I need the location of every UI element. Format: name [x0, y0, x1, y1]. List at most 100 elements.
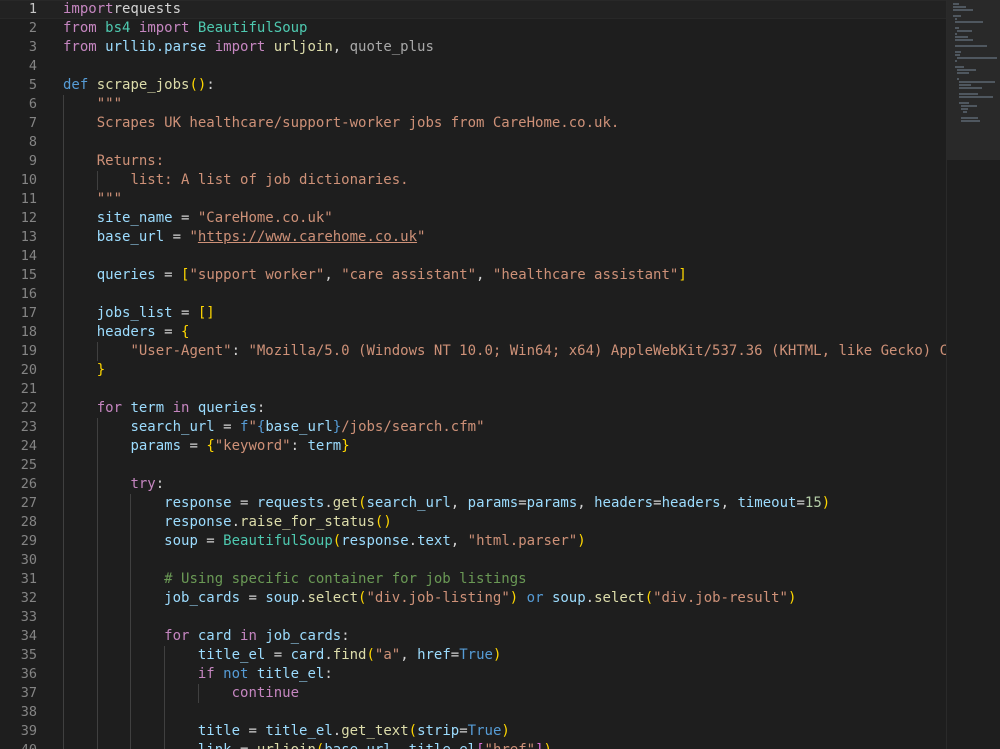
code-token: "html.parser": [467, 533, 578, 549]
code-text: from urllib.parse import urljoin, quote_…: [63, 38, 434, 57]
code-token: BeautifulSoup: [197, 20, 308, 36]
code-token: requests: [113, 1, 182, 17]
line-number: 8: [28, 134, 37, 150]
indent-guide: [130, 684, 132, 703]
minimap-line: [955, 51, 962, 53]
code-line[interactable]: 11 """: [0, 190, 946, 209]
code-area[interactable]: 1 importrequests 2 from bs4 import Beautifu…: [0, 0, 946, 749]
indent-guide: [96, 437, 98, 456]
code-line[interactable]: 6 """: [0, 95, 946, 114]
code-line[interactable]: 18 headers = {: [0, 323, 946, 342]
code-line[interactable]: 16: [0, 285, 946, 304]
code-text: base_url = "https://www.carehome.co.uk": [97, 228, 426, 247]
line-number: 4: [28, 58, 37, 74]
line-number: 27: [20, 495, 37, 511]
code-token: find: [332, 647, 367, 663]
code-line[interactable]: 7 Scrapes UK healthcare/support-worker jo…: [0, 114, 946, 133]
code-token: site_name: [96, 210, 173, 226]
line-number: 32: [20, 590, 37, 606]
indent-guide: [63, 456, 64, 475]
line-number: 14: [20, 248, 37, 264]
code-line[interactable]: 9 Returns:: [0, 152, 946, 171]
code-line[interactable]: 17 jobs_list = []: [0, 304, 946, 323]
code-line[interactable]: 21: [0, 380, 946, 399]
code-token: ,: [720, 495, 738, 511]
code-line[interactable]: 2 from bs4 import BeautifulSoup: [0, 19, 946, 38]
code-line[interactable]: 23 search_url = f"{base_url}/jobs/search.…: [0, 418, 946, 437]
minimap-line: [959, 84, 972, 86]
code-line[interactable]: 15 queries = ["support worker", "care ass…: [0, 266, 946, 285]
code-line[interactable]: 13 base_url = "https://www.carehome.co.uk…: [0, 228, 946, 247]
code-line[interactable]: 39 title = title_el.get_text(strip=True): [0, 722, 946, 741]
code-line[interactable]: 37 continue: [0, 684, 946, 703]
line-number: 12: [20, 210, 37, 226]
code-line[interactable]: 29 soup = BeautifulSoup(response.text, "h…: [0, 532, 946, 551]
code-token: or: [526, 590, 544, 606]
code-line[interactable]: 28 response.raise_for_status(): [0, 513, 946, 532]
code-line[interactable]: 1 importrequests: [0, 0, 946, 19]
code-line[interactable]: 30: [0, 551, 946, 570]
code-token: params: [130, 438, 182, 454]
code-line[interactable]: 26 try:: [0, 475, 946, 494]
code-text: queries = ["support worker", "care assis…: [97, 266, 687, 285]
code-token: not: [223, 666, 249, 682]
code-token: "support worker": [189, 267, 325, 283]
code-text: "User-Agent": "Mozilla/5.0 (Windows NT 1…: [130, 342, 946, 361]
code-line[interactable]: 27 response = requests.get(search_url, pa…: [0, 494, 946, 513]
code-line[interactable]: 36 if not title_el:: [0, 665, 946, 684]
code-token: import: [138, 20, 190, 36]
minimap-slider[interactable]: [947, 0, 1000, 160]
code-line[interactable]: 20}: [0, 361, 946, 380]
code-text: }: [97, 361, 105, 380]
code-editor[interactable]: 1 importrequests 2 from bs4 import Beautifu…: [0, 0, 1000, 749]
minimap[interactable]: [946, 0, 1000, 749]
minimap-line: [955, 54, 960, 56]
code-token: try: [130, 476, 156, 492]
code-token: []: [197, 305, 215, 321]
code-line[interactable]: 4: [0, 57, 946, 76]
code-line[interactable]: 22 for term in queries:: [0, 399, 946, 418]
code-line[interactable]: 14: [0, 247, 946, 266]
indent-guide: [63, 722, 64, 741]
code-token: title: [197, 723, 241, 739]
line-number: 1: [28, 1, 37, 17]
code-line[interactable]: 10 list: A list of job dictionaries.: [0, 171, 946, 190]
code-token: (: [408, 723, 418, 739]
code-line[interactable]: 12 site_name = "CareHome.co.uk": [0, 209, 946, 228]
code-line[interactable]: 3 from urllib.parse import urljoin, quote…: [0, 38, 946, 57]
code-token: soup: [265, 590, 300, 606]
code-line[interactable]: 34 for card in job_cards:: [0, 627, 946, 646]
line-number: 29: [20, 533, 37, 549]
code-token: /jobs/search.cfm": [341, 419, 485, 435]
code-line[interactable]: 40 link = urljoin(base_url, title_el["hre…: [0, 741, 946, 749]
code-line[interactable]: 24 params = {"keyword": term}: [0, 437, 946, 456]
code-line[interactable]: 8: [0, 133, 946, 152]
line-number: 38: [20, 704, 37, 720]
line-number: 10: [20, 172, 37, 188]
code-line[interactable]: 33: [0, 608, 946, 627]
code-token: get_text: [341, 723, 409, 739]
code-token: ]: [678, 267, 687, 283]
code-token: job_cards: [256, 628, 342, 644]
code-line[interactable]: 19 "User-Agent": "Mozilla/5.0 (Windows NT…: [0, 342, 946, 361]
code-token: def: [63, 77, 89, 93]
indent-guide: [96, 646, 98, 665]
indent-guide: [130, 722, 132, 741]
code-token: response: [341, 533, 409, 549]
code-token: =: [155, 267, 182, 283]
code-line[interactable]: 38: [0, 703, 946, 722]
code-line[interactable]: 35 title_el = card.find("a", href=True): [0, 646, 946, 665]
code-token: bs4: [105, 20, 131, 36]
code-token: soup: [164, 533, 198, 549]
code-token: headers: [594, 495, 654, 511]
line-number: 34: [20, 628, 37, 644]
code-line[interactable]: 5 def scrape_jobs():: [0, 76, 946, 95]
code-line[interactable]: 25: [0, 456, 946, 475]
minimap-line: [955, 45, 987, 47]
code-line[interactable]: 32 job_cards = soup.select("div.job-listi…: [0, 589, 946, 608]
code-line[interactable]: 31 # Using specific container for job lis…: [0, 570, 946, 589]
indent-guide: [96, 456, 98, 475]
code-token: jobs_list: [96, 305, 173, 321]
